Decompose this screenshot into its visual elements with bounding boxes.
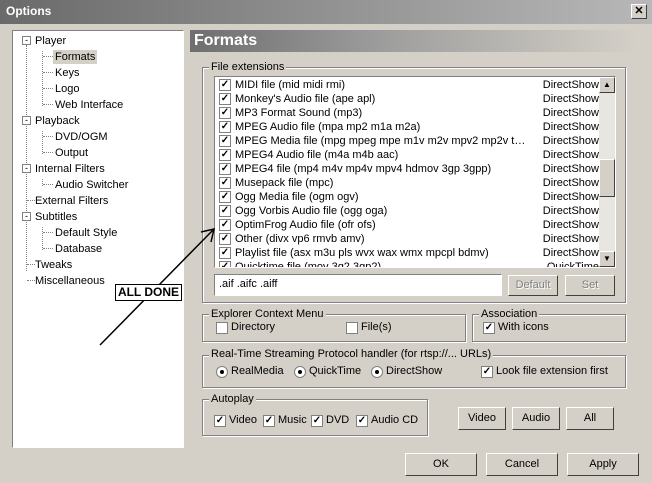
annotation-arrow [99,227,216,346]
annotation-label: ALL DONE [115,284,182,301]
